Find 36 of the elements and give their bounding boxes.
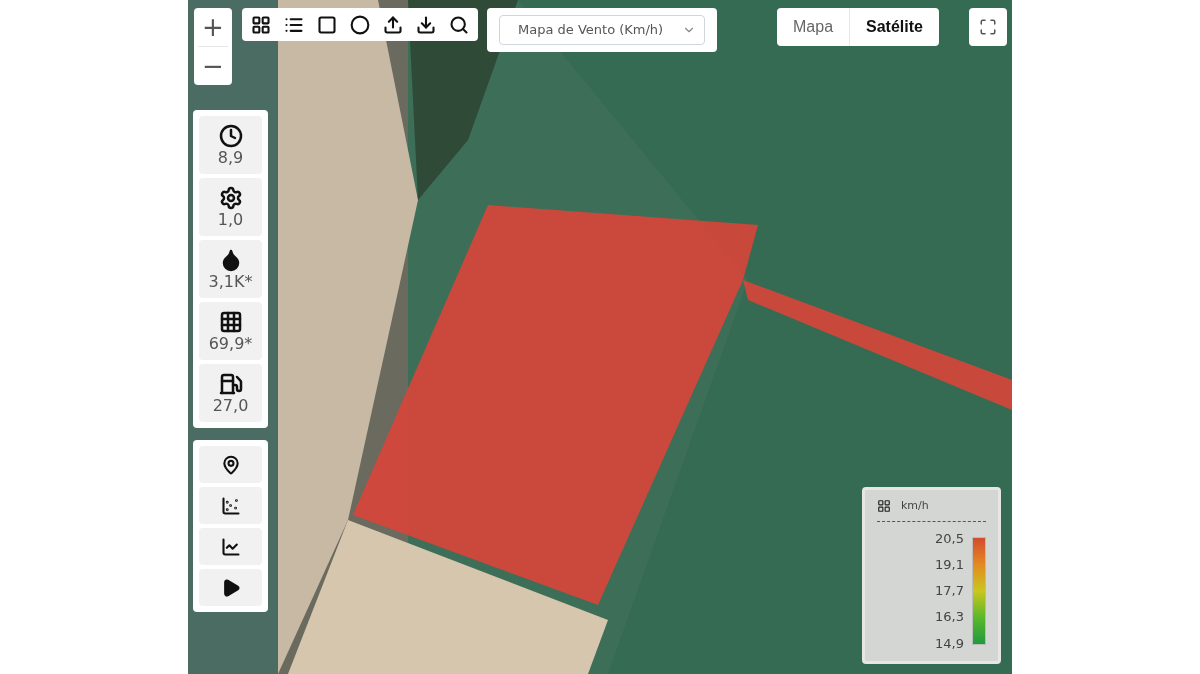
line-chart-icon — [220, 536, 241, 557]
clock-icon — [218, 124, 243, 148]
stat-value: 3,1K* — [208, 274, 253, 290]
legend-tick-label: 19,1 — [935, 557, 964, 571]
layer-dropdown[interactable]: Mapa de Vento (Km/h) — [499, 15, 705, 45]
legend-tick-label: 16,3 — [935, 610, 964, 624]
grid-icon — [877, 499, 891, 514]
zoom-out-button[interactable]: − — [194, 47, 232, 85]
stat-value: 1,0 — [217, 212, 244, 228]
square-icon — [317, 14, 337, 35]
legend-tick-label: 20,5 — [935, 531, 964, 545]
grid-icon — [218, 310, 243, 334]
tool-button[interactable] — [199, 446, 262, 483]
legend-tick-label: 14,9 — [935, 636, 964, 650]
legend-unit: km/h — [901, 498, 929, 514]
fuel-pump-icon — [218, 372, 243, 396]
stat-value: 69,9* — [208, 336, 253, 352]
map-type-tab[interactable]: Mapa — [777, 8, 850, 46]
tool-button[interactable] — [199, 487, 262, 524]
map-type-tab[interactable]: Satélite — [849, 8, 939, 46]
tool-button[interactable] — [199, 528, 262, 565]
gear-icon — [218, 186, 243, 210]
grid-icon — [251, 14, 271, 35]
tool-button[interactable] — [199, 569, 262, 606]
upload-icon — [383, 14, 403, 35]
circle-icon — [350, 14, 370, 35]
zoom-in-button[interactable]: + — [194, 8, 232, 46]
download-icon — [416, 14, 436, 35]
stat-value: 8,9 — [217, 150, 244, 166]
stat-value: 27,0 — [212, 398, 249, 414]
search-icon — [449, 14, 469, 35]
fullscreen-button[interactable] — [969, 8, 1007, 46]
legend-tick-label: 17,7 — [935, 584, 964, 597]
location-pin-icon — [220, 454, 241, 475]
scatter-chart-icon — [220, 495, 241, 516]
fullscreen-icon — [979, 18, 997, 36]
